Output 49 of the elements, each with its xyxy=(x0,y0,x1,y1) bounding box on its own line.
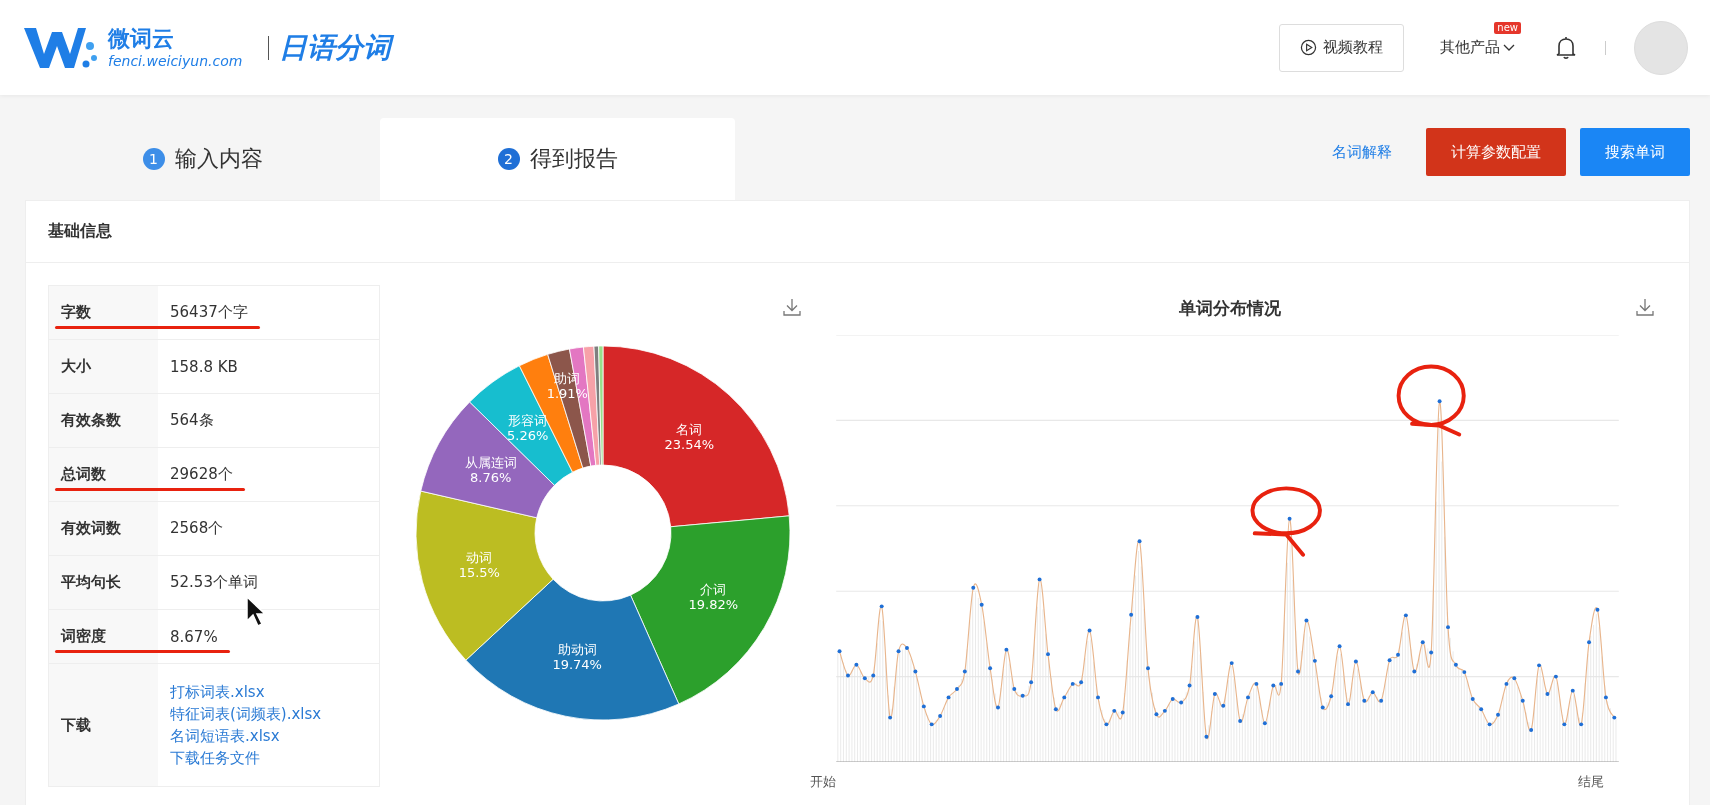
info-value: 29628个 xyxy=(170,465,233,483)
info-label: 总词数 xyxy=(48,447,158,502)
info-label: 下载 xyxy=(48,663,158,787)
axis-label: 结尾 xyxy=(1578,773,1604,791)
brand-name: 微词云 xyxy=(108,25,175,52)
slice-label: 形容词 5.26% xyxy=(507,413,549,444)
info-label: 词密度 xyxy=(48,609,158,664)
info-value: 564条 xyxy=(170,411,214,429)
info-label: 大小 xyxy=(48,339,158,394)
axis-label: 开始 xyxy=(810,773,836,791)
bell-icon[interactable] xyxy=(1555,35,1577,60)
slice-label: 助动词 19.74% xyxy=(552,642,602,673)
products-menu[interactable]: 其他产品 xyxy=(1440,38,1500,57)
info-label: 平均句长 xyxy=(48,555,158,610)
download-link[interactable]: 名词短语表.xlsx xyxy=(170,725,379,747)
video-tutorial-button[interactable]: 视频教程 xyxy=(1279,23,1404,72)
step-number: 1 xyxy=(142,148,165,170)
search-button[interactable]: 搜索单词 xyxy=(1580,128,1690,176)
download-link[interactable]: 打标词表.xlsx xyxy=(170,681,379,703)
slice-label: 名词 23.54% xyxy=(664,422,715,453)
info-label: 有效词数 xyxy=(48,501,158,556)
glossary-link[interactable]: 名词解释 xyxy=(1332,142,1392,162)
step-label: 得到报告 xyxy=(529,145,618,173)
info-value: 52.53个单词 xyxy=(170,573,258,591)
info-label: 字数 xyxy=(48,285,158,340)
info-value: 8.67% xyxy=(170,627,218,646)
product-title: 日语分词 xyxy=(279,29,392,66)
slice-label: 从属连词 8.76% xyxy=(464,455,517,486)
download-link[interactable]: 特征词表(词频表).xlsx xyxy=(170,703,379,725)
chart-title: 单词分布情况 xyxy=(1178,297,1281,320)
download-link[interactable]: 下载任务文件 xyxy=(170,747,379,769)
annotation-circle xyxy=(1250,486,1322,557)
play-icon xyxy=(1300,39,1317,56)
step-label: 输入内容 xyxy=(174,145,263,173)
slice-label: 动词 15.5% xyxy=(458,550,500,580)
new-badge: new xyxy=(1494,22,1521,34)
slice-label: 介词 19.82% xyxy=(688,581,739,612)
brand-url: fenci.weiciyun.com xyxy=(108,51,243,70)
step-tab[interactable]: 2 得到报告 xyxy=(380,118,735,200)
info-value: 158.8 KB xyxy=(170,357,238,376)
caret-icon xyxy=(1503,43,1515,52)
info-value: 56437个字 xyxy=(170,303,248,321)
info-label: 有效条数 xyxy=(48,393,158,448)
step-number: 2 xyxy=(497,148,520,170)
download-icon[interactable] xyxy=(1635,297,1655,317)
section-title: 基础信息 xyxy=(26,201,1689,263)
info-value: 2568个 xyxy=(170,519,224,537)
settings-button[interactable]: 计算参数配置 xyxy=(1426,128,1566,176)
download-icon[interactable] xyxy=(782,297,802,317)
